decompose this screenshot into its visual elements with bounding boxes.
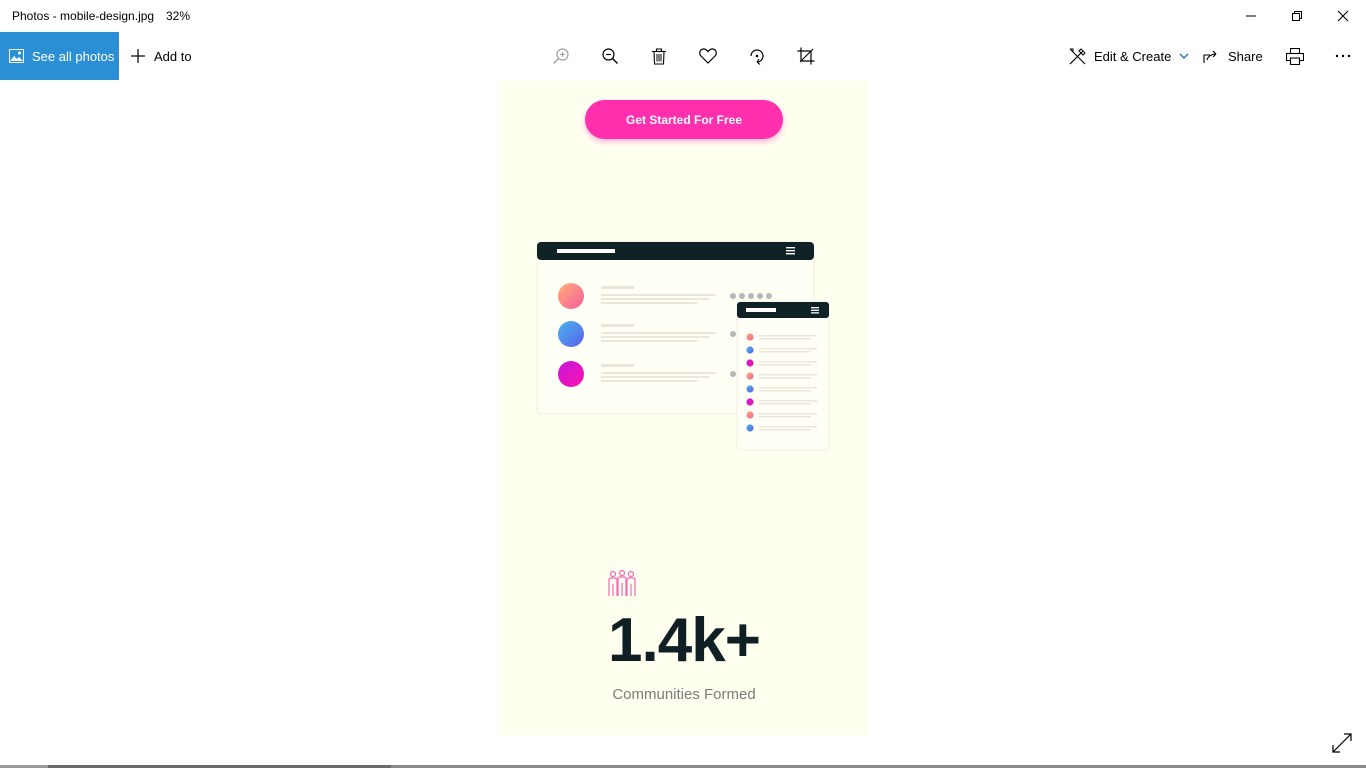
edit-create-button[interactable]: Edit & Create bbox=[1069, 32, 1189, 80]
zoom-in-icon bbox=[553, 48, 569, 64]
photo-viewer-canvas: Get Started For Free 1.4k+ Communities F… bbox=[0, 80, 1366, 768]
minimize-icon bbox=[1246, 15, 1256, 17]
edit-create-icon bbox=[1069, 47, 1086, 64]
more-options-button[interactable] bbox=[1331, 44, 1355, 68]
zoom-level: 32% bbox=[166, 9, 191, 23]
close-button[interactable] bbox=[1320, 0, 1366, 32]
zoom-in-button[interactable] bbox=[549, 44, 573, 68]
delete-icon bbox=[652, 47, 666, 65]
heart-icon bbox=[699, 48, 717, 64]
stat-value: 1.4k+ bbox=[608, 606, 761, 675]
zoom-out-icon bbox=[602, 48, 618, 64]
zoom-out-button[interactable] bbox=[598, 44, 622, 68]
title-bar: Photos - mobile-design.jpg 32% bbox=[0, 0, 1366, 32]
share-button[interactable]: Share bbox=[1203, 32, 1263, 80]
share-label: Share bbox=[1228, 48, 1263, 64]
expand-icon bbox=[1332, 733, 1352, 753]
see-all-photos-button[interactable]: See all photos bbox=[0, 32, 119, 80]
photo-image: Get Started For Free 1.4k+ Communities F… bbox=[499, 80, 869, 736]
close-icon bbox=[1337, 10, 1349, 22]
restore-icon bbox=[1292, 11, 1302, 21]
full-screen-button[interactable] bbox=[1331, 732, 1353, 754]
share-icon bbox=[1203, 50, 1217, 63]
plus-icon bbox=[131, 49, 145, 63]
app-illustration bbox=[536, 241, 830, 451]
photos-icon bbox=[9, 49, 24, 63]
command-bar: See all photos Add to Edit & Create Shar… bbox=[0, 32, 1366, 80]
minimize-button[interactable] bbox=[1228, 0, 1274, 32]
edit-create-label: Edit & Create bbox=[1094, 48, 1172, 64]
delete-button[interactable] bbox=[647, 44, 671, 68]
rotate-button[interactable] bbox=[745, 44, 769, 68]
people-icon bbox=[608, 570, 636, 596]
window-title: Photos - mobile-design.jpg bbox=[12, 9, 155, 23]
favorite-button[interactable] bbox=[696, 44, 720, 68]
add-to-button[interactable]: Add to bbox=[130, 32, 192, 80]
more-icon bbox=[1335, 54, 1351, 58]
print-icon bbox=[1286, 47, 1304, 65]
crop-icon bbox=[797, 47, 815, 65]
chevron-down-icon bbox=[1179, 53, 1189, 59]
rotate-icon bbox=[750, 49, 764, 65]
print-button[interactable] bbox=[1283, 44, 1307, 68]
crop-button[interactable] bbox=[794, 44, 818, 68]
add-to-label: Add to bbox=[154, 48, 192, 64]
get-started-button: Get Started For Free bbox=[585, 100, 783, 139]
stat-caption: Communities Formed bbox=[612, 686, 756, 703]
see-all-label: See all photos bbox=[32, 48, 115, 64]
restore-button[interactable] bbox=[1274, 0, 1320, 32]
